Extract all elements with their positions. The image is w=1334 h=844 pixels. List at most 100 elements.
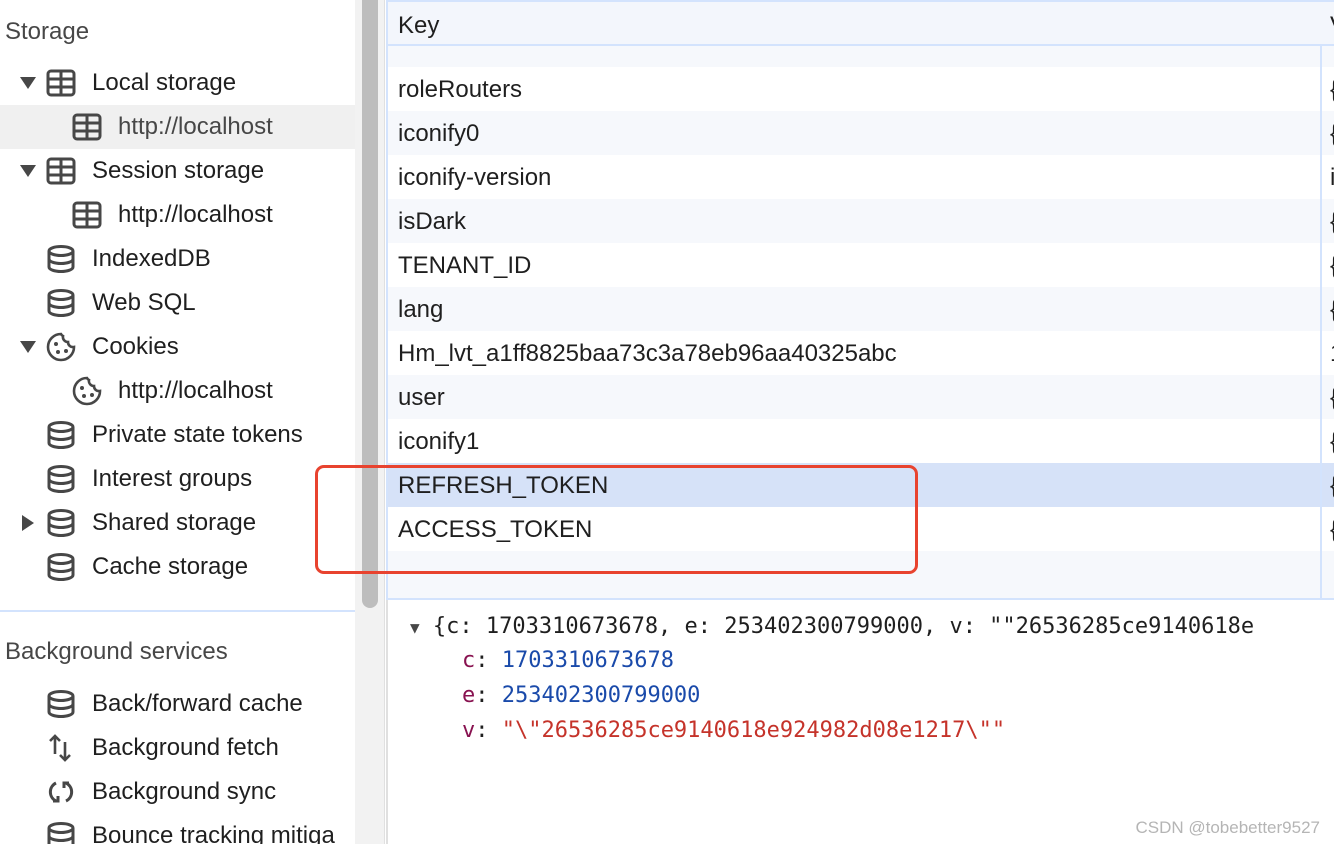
database-icon: [45, 463, 77, 495]
table-row[interactable]: iconify-version i: [388, 155, 1334, 199]
sidebar-item-shared-storage[interactable]: Shared storage: [0, 501, 355, 545]
database-icon: [45, 419, 77, 451]
storage-sidebar: Storage Local storage http://localhost Sess…: [0, 0, 355, 844]
sidebar-item-session-storage[interactable]: Session storage: [0, 149, 355, 193]
database-icon: [45, 688, 77, 720]
row-value: {: [1330, 76, 1334, 104]
colon: :: [475, 683, 502, 708]
sidebar-item-label: Cache storage: [92, 553, 249, 580]
collapse-triangle-icon[interactable]: [22, 515, 34, 531]
preview-summary[interactable]: ▼ {c: 1703310673678, e: 253402300799000,…: [410, 614, 1254, 639]
property-value: "\"26536285ce9140618e924982d08e1217\"": [501, 718, 1006, 743]
property-key: c: [462, 648, 476, 673]
sidebar-item-private-state-tokens[interactable]: Private state tokens: [0, 413, 355, 457]
sidebar-item-background-fetch[interactable]: Background fetch: [0, 726, 355, 770]
table-icon: [71, 199, 103, 231]
sidebar-item-label: Background sync: [92, 778, 277, 805]
sidebar-item-label: Local storage: [92, 69, 237, 96]
row-key: iconify0: [398, 120, 480, 147]
row-key: iconify1: [398, 428, 480, 455]
watermark: CSDN @tobebetter9527: [1135, 818, 1320, 837]
sidebar-item-label: Back/forward cache: [92, 690, 303, 717]
sidebar-item-indexeddb[interactable]: IndexedDB: [0, 237, 355, 281]
row-value: {: [1330, 384, 1334, 412]
table-row[interactable]: lang {: [388, 287, 1334, 331]
sidebar-item-label: Cookies: [92, 333, 179, 360]
column-header-value[interactable]: V: [1330, 12, 1334, 40]
arrows-up-down-icon: [45, 732, 77, 764]
sidebar-item-cache-storage[interactable]: Cache storage: [0, 545, 355, 589]
value-preview: ▼ {c: 1703310673678, e: 253402300799000,…: [386, 600, 1334, 844]
table-row[interactable]: user {: [388, 375, 1334, 419]
table-row[interactable]: roleRouters {: [388, 67, 1334, 111]
sidebar-item-label: http://localhost: [118, 113, 273, 140]
row-key: roleRouters: [398, 76, 523, 103]
sidebar-item-cookies[interactable]: Cookies: [0, 325, 355, 369]
row-value: {: [1330, 428, 1334, 456]
row-value: {: [1330, 208, 1334, 236]
row-value: i: [1330, 164, 1334, 192]
background-services-title: Background services: [5, 638, 228, 665]
preview-property-v[interactable]: v: "\"26536285ce9140618e924982d08e1217\"…: [462, 718, 1005, 743]
storage-section-title: Storage: [5, 18, 90, 45]
row-key: user: [398, 384, 445, 411]
sidebar-item-bounce-tracking-mitiga[interactable]: Bounce tracking mitiga: [0, 814, 355, 844]
sidebar-item-label: Web SQL: [92, 289, 196, 316]
property-value: 253402300799000: [501, 683, 701, 708]
sidebar-item-back-forward-cache[interactable]: Back/forward cache: [0, 682, 355, 726]
column-divider[interactable]: [1320, 2, 1322, 598]
row-key: isDark: [398, 208, 467, 235]
sidebar-item-http-localhost[interactable]: http://localhost: [0, 369, 355, 413]
table-row[interactable]: TENANT_ID {: [388, 243, 1334, 287]
table-icon: [45, 155, 77, 187]
row-value: {: [1330, 516, 1334, 544]
database-icon: [45, 551, 77, 583]
sidebar-item-label: http://localhost: [118, 201, 273, 228]
sidebar-item-http-localhost[interactable]: http://localhost: [0, 105, 355, 149]
row-value: {: [1330, 472, 1334, 500]
row-value: {: [1330, 120, 1334, 148]
row-value: {: [1330, 252, 1334, 280]
sidebar-item-label: Interest groups: [92, 465, 253, 492]
colon: :: [475, 718, 502, 743]
database-icon: [45, 287, 77, 319]
database-icon: [45, 820, 77, 844]
sidebar-item-http-localhost[interactable]: http://localhost: [0, 193, 355, 237]
cookie-icon: [71, 375, 103, 407]
table-header: Key V: [388, 2, 1334, 46]
sidebar-item-label: Background fetch: [92, 734, 279, 761]
sidebar-item-label: IndexedDB: [92, 245, 211, 272]
table-icon: [45, 67, 77, 99]
colon: :: [475, 648, 502, 673]
sidebar-item-web-sql[interactable]: Web SQL: [0, 281, 355, 325]
sync-icon: [45, 776, 77, 808]
table-row[interactable]: Hm_lvt_a1ff8825baa73c3a78eb96aa40325abc 1: [388, 331, 1334, 375]
table-row[interactable]: isDark {: [388, 199, 1334, 243]
row-key: Hm_lvt_a1ff8825baa73c3a78eb96aa40325abc: [398, 340, 897, 367]
sidebar-item-local-storage[interactable]: Local storage: [0, 61, 355, 105]
database-icon: [45, 243, 77, 275]
row-value: 1: [1330, 340, 1334, 368]
sidebar-item-background-sync[interactable]: Background sync: [0, 770, 355, 814]
sidebar-item-label: Private state tokens: [92, 421, 303, 448]
table-row[interactable]: iconify1 {: [388, 419, 1334, 463]
highlight-annotation-box: [315, 465, 918, 574]
preview-property-e[interactable]: e: 253402300799000: [462, 683, 700, 708]
expand-triangle-icon[interactable]: [20, 341, 36, 353]
sidebar-item-interest-groups[interactable]: Interest groups: [0, 457, 355, 501]
expand-triangle-icon[interactable]: [20, 77, 36, 89]
table-icon: [71, 111, 103, 143]
table-row[interactable]: iconify0 {: [388, 111, 1334, 155]
column-header-key[interactable]: Key: [398, 12, 439, 40]
row-key: lang: [398, 296, 444, 323]
expand-triangle-icon[interactable]: ▼: [410, 618, 420, 637]
cookie-icon: [45, 331, 77, 363]
database-icon: [45, 507, 77, 539]
sidebar-item-label: Bounce tracking mitiga: [92, 822, 335, 844]
preview-property-c[interactable]: c: 1703310673678: [462, 648, 674, 673]
sidebar-item-label: Shared storage: [92, 509, 257, 536]
expand-triangle-icon[interactable]: [20, 165, 36, 177]
row-key: TENANT_ID: [398, 252, 532, 279]
sidebar-item-label: http://localhost: [118, 377, 273, 404]
row-key: iconify-version: [398, 164, 552, 191]
